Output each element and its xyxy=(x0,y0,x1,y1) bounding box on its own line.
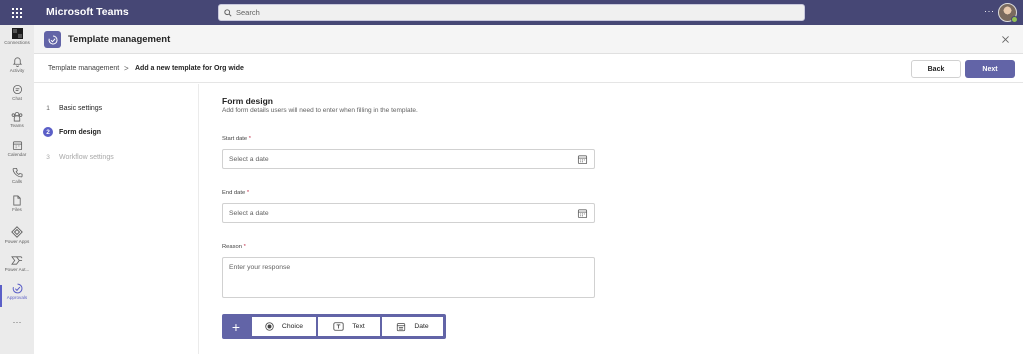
rail-label: Power Apps xyxy=(4,239,30,244)
start-date-field[interactable]: Select a date xyxy=(222,149,595,169)
rail-label: Files xyxy=(12,207,22,212)
required-mark: * xyxy=(246,190,250,196)
close-icon xyxy=(1001,35,1009,43)
teams-icon xyxy=(11,111,23,122)
add-field-button[interactable]: + xyxy=(222,314,250,339)
back-button[interactable]: Back xyxy=(911,60,961,78)
search-icon xyxy=(224,8,232,17)
calendar-icon[interactable] xyxy=(577,208,588,219)
phone-icon xyxy=(12,167,22,178)
presence-badge xyxy=(1011,16,1018,23)
add-button-label: Date xyxy=(414,323,429,330)
rail-label: Calls xyxy=(11,179,23,184)
rail-label: Power Aut... xyxy=(4,267,30,272)
step-label: Workflow settings xyxy=(59,153,114,161)
rail-label: Activity xyxy=(9,68,25,73)
step-number: 2 xyxy=(43,127,53,137)
step-workflow-settings: 3 Workflow settings xyxy=(43,151,114,163)
search-placeholder: Search xyxy=(236,8,260,17)
breadcrumb-item-current: Add a new template for Org wide xyxy=(135,65,244,72)
add-text-button[interactable]: Text xyxy=(318,317,380,336)
bell-icon xyxy=(12,57,22,67)
app-header: Template management xyxy=(34,25,1023,54)
add-field-toolbar: + Choice Text Date xyxy=(222,314,446,339)
calendar-icon xyxy=(397,322,406,331)
rail-item-power-apps[interactable]: Power Apps xyxy=(0,226,34,252)
power-automate-icon xyxy=(11,256,23,265)
step-label: Basic settings xyxy=(59,104,103,112)
field-label-text: End date xyxy=(222,190,246,196)
field-label-text: Start date xyxy=(222,136,248,142)
step-form-design[interactable]: 2 Form design xyxy=(43,126,101,138)
more-options-button[interactable]: ··· xyxy=(984,6,995,16)
required-mark: * xyxy=(248,136,252,142)
rail-label: Teams xyxy=(10,123,24,128)
reason-placeholder: Enter your response xyxy=(229,264,291,271)
breadcrumb-separator: > xyxy=(124,64,129,73)
add-date-button[interactable]: Date xyxy=(382,317,443,336)
start-date-label: Start date * xyxy=(222,136,251,142)
approvals-icon xyxy=(12,283,22,294)
rail-item-power-automate[interactable]: Power Aut... xyxy=(0,255,34,281)
step-number: 1 xyxy=(46,104,50,112)
wizard-steps: 1 Basic settings 2 Form design 3 Workflo… xyxy=(34,84,199,354)
rail-label: Calendar xyxy=(7,152,27,157)
rail-label: Approvals xyxy=(6,295,28,300)
form-subtitle: Add form details users will need to ente… xyxy=(222,107,418,114)
rail-item-activity[interactable]: Activity xyxy=(0,56,34,82)
breadcrumb-item-template-management[interactable]: Template management xyxy=(48,54,119,83)
rail-item-files[interactable]: Files xyxy=(0,195,34,221)
close-button[interactable] xyxy=(999,33,1011,45)
power-apps-icon xyxy=(11,226,23,238)
reason-label: Reason * xyxy=(222,244,246,250)
app-launcher-icon[interactable] xyxy=(0,0,34,25)
rail-item-connections[interactable]: Connections xyxy=(0,28,34,54)
rail-label: Connections xyxy=(4,40,30,45)
start-date-placeholder: Select a date xyxy=(229,155,269,163)
connections-icon xyxy=(11,28,23,39)
avatar[interactable] xyxy=(998,3,1018,23)
chat-icon xyxy=(12,84,22,95)
calendar-icon xyxy=(12,141,22,151)
rail-item-calls[interactable]: Calls xyxy=(0,167,34,193)
add-choice-button[interactable]: Choice xyxy=(252,317,316,336)
calendar-icon[interactable] xyxy=(577,154,588,165)
required-mark: * xyxy=(243,244,246,250)
next-button[interactable]: Next xyxy=(965,60,1015,78)
rail-item-calendar[interactable]: Calendar xyxy=(0,140,34,166)
app-title: Template management xyxy=(68,34,171,45)
step-label: Form design xyxy=(59,128,102,136)
reason-textarea[interactable]: Enter your response xyxy=(222,257,595,298)
breadcrumb: Template management > Add a new template… xyxy=(34,54,1023,83)
end-date-field[interactable]: Select a date xyxy=(222,203,595,223)
end-date-label: End date * xyxy=(222,190,249,196)
app-rail: Connections Activity Chat Teams Calendar… xyxy=(0,25,34,354)
step-basic-settings[interactable]: 1 Basic settings xyxy=(43,102,102,114)
title-bar: Microsoft Teams Search ··· xyxy=(0,0,1023,25)
radio-icon xyxy=(265,322,274,331)
app-name: Microsoft Teams xyxy=(46,6,129,18)
rail-label: Chat xyxy=(12,96,22,101)
file-icon xyxy=(13,195,21,206)
rail-item-approvals[interactable]: Approvals xyxy=(0,283,34,309)
add-button-label: Text xyxy=(352,323,365,330)
approvals-app-icon xyxy=(44,31,61,48)
add-button-label: Choice xyxy=(281,323,304,330)
more-apps-button[interactable]: ··· xyxy=(0,317,34,327)
search-input[interactable]: Search xyxy=(218,4,805,21)
rail-item-teams[interactable]: Teams xyxy=(0,111,34,137)
text-box-icon xyxy=(333,322,344,331)
field-label-text: Reason xyxy=(222,244,242,250)
rail-item-chat[interactable]: Chat xyxy=(0,84,34,110)
form-title: Form design xyxy=(222,96,274,106)
step-number: 3 xyxy=(46,153,50,161)
end-date-placeholder: Select a date xyxy=(229,209,269,217)
main-content: Template management > Add a new template… xyxy=(34,54,1023,354)
